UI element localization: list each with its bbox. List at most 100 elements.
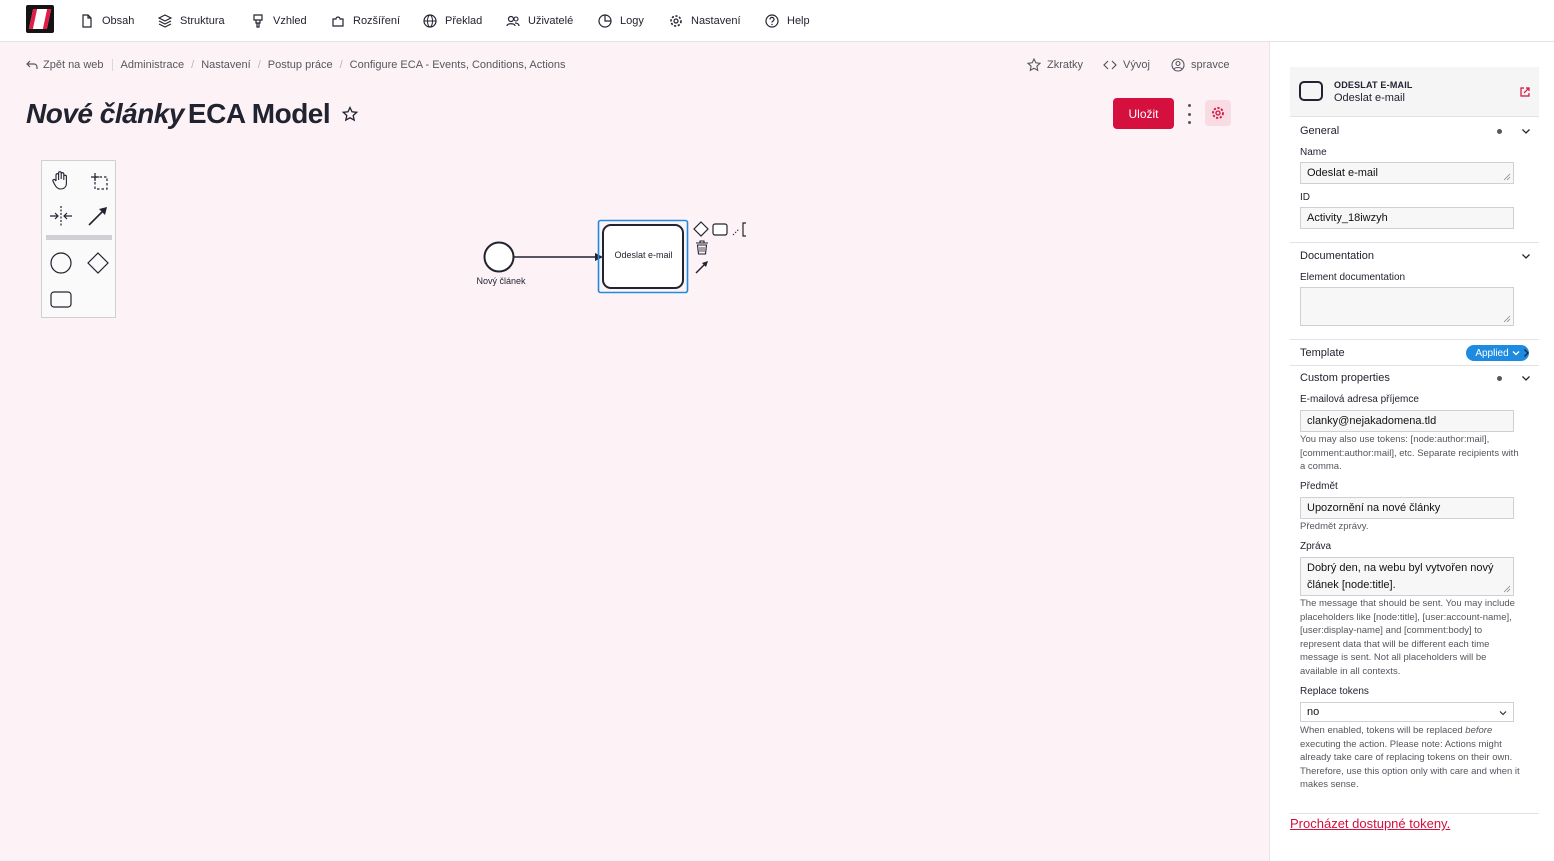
modeler-palette <box>41 160 116 318</box>
drupal-logo[interactable] <box>26 5 54 33</box>
properties-panel: ODESLAT E-MAIL Odeslat e-mail General Na… <box>1269 42 1554 861</box>
select-value: no <box>1307 706 1320 718</box>
code-icon <box>1103 60 1117 70</box>
documentation-group-header[interactable]: Documentation <box>1290 244 1539 268</box>
group-title: Template <box>1300 347 1345 359</box>
general-group-header[interactable]: General <box>1290 119 1539 143</box>
id-field[interactable]: Activity_18iwzyh <box>1300 207 1514 229</box>
space-tool-icon[interactable] <box>47 202 75 230</box>
nav-item-rozsireni[interactable]: Rozšíření <box>331 11 400 31</box>
chevron-down-icon <box>1522 254 1530 259</box>
connect-icon[interactable] <box>695 261 708 274</box>
group-title: General <box>1300 125 1340 137</box>
shortcuts-button[interactable]: Zkratky <box>1027 57 1083 73</box>
start-event-tool-icon[interactable] <box>47 249 75 277</box>
page-title: Nové články ECA Model <box>26 96 359 132</box>
append-gateway-icon[interactable] <box>693 221 709 237</box>
recipient-label: E-mailová adresa příjemce <box>1300 394 1419 405</box>
gear-icon <box>1212 107 1224 119</box>
nav-label: Uživatelé <box>528 15 574 27</box>
help-icon <box>765 14 779 28</box>
documentation-label: Element documentation <box>1300 272 1406 283</box>
gateway-tool-icon[interactable] <box>84 249 112 277</box>
nav-item-struktura[interactable]: Struktura <box>158 11 225 31</box>
nav-item-obsah[interactable]: Obsah <box>80 11 134 31</box>
file-icon <box>82 14 92 28</box>
group-title: Custom properties <box>1300 372 1390 384</box>
group-divider <box>1290 813 1539 814</box>
devel-button[interactable]: Vývoj <box>1103 57 1150 73</box>
nav-item-logy[interactable]: Logy <box>598 11 644 31</box>
user-name: spravce <box>1191 59 1230 71</box>
nav-label: Vzhled <box>273 15 307 27</box>
breadcrumb-item[interactable]: Postup práce <box>268 59 333 71</box>
more-actions-button[interactable] <box>1183 104 1195 124</box>
task-label: Odeslat e-mail <box>614 250 673 260</box>
breadcrumb-item[interactable]: Nastavení <box>201 59 251 71</box>
lasso-tool-icon[interactable] <box>84 166 112 194</box>
message-field[interactable]: Dobrý den, na webu byl vytvořen nový člá… <box>1300 557 1514 596</box>
nav-item-nastaveni[interactable]: Nastavení <box>669 11 741 31</box>
resize-grip-icon[interactable] <box>1503 315 1511 323</box>
badge-label: Applied <box>1475 347 1509 359</box>
documentation-field[interactable] <box>1300 287 1514 326</box>
breadcrumb-separator: / <box>191 59 195 71</box>
recipient-hint: You may also use tokens: [node:author:ma… <box>1300 434 1519 473</box>
page-title-rest: ECA Model <box>187 98 331 129</box>
settings-toggle-button[interactable] <box>1205 100 1231 126</box>
hint-part: When enabled, tokens will be replaced <box>1300 725 1466 736</box>
group-data-indicator <box>1497 376 1502 381</box>
user-menu[interactable]: spravce <box>1171 57 1230 73</box>
nav-item-uzivatele[interactable]: Uživatelé <box>506 11 573 31</box>
star-icon[interactable] <box>342 106 359 122</box>
user-icon <box>1171 58 1185 72</box>
group-divider <box>1290 339 1539 340</box>
nav-item-vzhled[interactable]: Vzhled <box>251 11 307 31</box>
name-field[interactable]: Odeslat e-mail <box>1300 162 1514 184</box>
group-divider <box>1290 242 1539 243</box>
group-data-indicator <box>1497 129 1502 134</box>
breadcrumb-item[interactable]: Configure ECA - Events, Conditions, Acti… <box>350 59 566 71</box>
message-hint: The message that should be sent. You may… <box>1300 598 1515 677</box>
external-link-icon[interactable] <box>1519 86 1531 98</box>
nav-label: Nastavení <box>691 15 741 27</box>
message-label: Zpráva <box>1300 541 1332 552</box>
start-event-label: Nový článek <box>476 276 526 286</box>
brush-icon <box>253 14 263 28</box>
custom-properties-group-header[interactable]: Custom properties <box>1290 366 1539 390</box>
logo-mark <box>28 9 52 29</box>
back-arrow-icon <box>26 60 38 69</box>
nav-label: Překlad <box>445 15 483 27</box>
task-tool-icon[interactable] <box>47 285 75 313</box>
connect-tool-icon[interactable] <box>84 202 112 230</box>
template-group-header[interactable]: Template Applied <box>1290 341 1539 365</box>
hand-tool-icon[interactable] <box>47 166 75 194</box>
recipient-field[interactable]: clanky@nejakadomena.tld <box>1300 410 1514 432</box>
subject-label: Předmět <box>1300 481 1338 492</box>
top-toolbar: Obsah Struktura Vzhled Rozšíření Překlad… <box>0 0 1554 42</box>
delete-icon[interactable] <box>696 240 708 255</box>
element-type: ODESLAT E-MAIL <box>1334 80 1413 90</box>
start-event[interactable] <box>483 241 515 273</box>
nav-label: Rozšíření <box>353 15 401 27</box>
save-button[interactable]: Uložit <box>1113 98 1174 129</box>
chevron-down-icon <box>1522 129 1530 134</box>
nav-label: Logy <box>620 15 644 27</box>
annotation-icon[interactable] <box>732 222 746 237</box>
replace-tokens-select[interactable]: no <box>1300 702 1514 722</box>
panel-header: ODESLAT E-MAIL Odeslat e-mail <box>1290 67 1539 117</box>
resize-grip-icon[interactable] <box>1503 585 1511 593</box>
append-task-icon[interactable] <box>712 223 728 236</box>
breadcrumb-item[interactable]: Administrace <box>121 59 185 71</box>
page-title-italic: Nové články <box>26 98 184 129</box>
back-to-site-link[interactable]: Zpět na web <box>26 59 113 71</box>
group-title: Documentation <box>1300 250 1374 262</box>
subject-field[interactable]: Upozornění na nové články <box>1300 497 1514 519</box>
browse-tokens-link[interactable]: Procházet dostupné tokeny. <box>1290 816 1450 831</box>
breadcrumb-separator: / <box>257 59 261 71</box>
nav-item-preklad[interactable]: Překlad <box>423 11 482 31</box>
resize-grip-icon[interactable] <box>1503 173 1511 181</box>
nav-item-help[interactable]: Help <box>765 11 810 31</box>
hint-part: executing the action. Please note: Actio… <box>1300 738 1520 791</box>
element-name: Odeslat e-mail <box>1334 92 1405 104</box>
